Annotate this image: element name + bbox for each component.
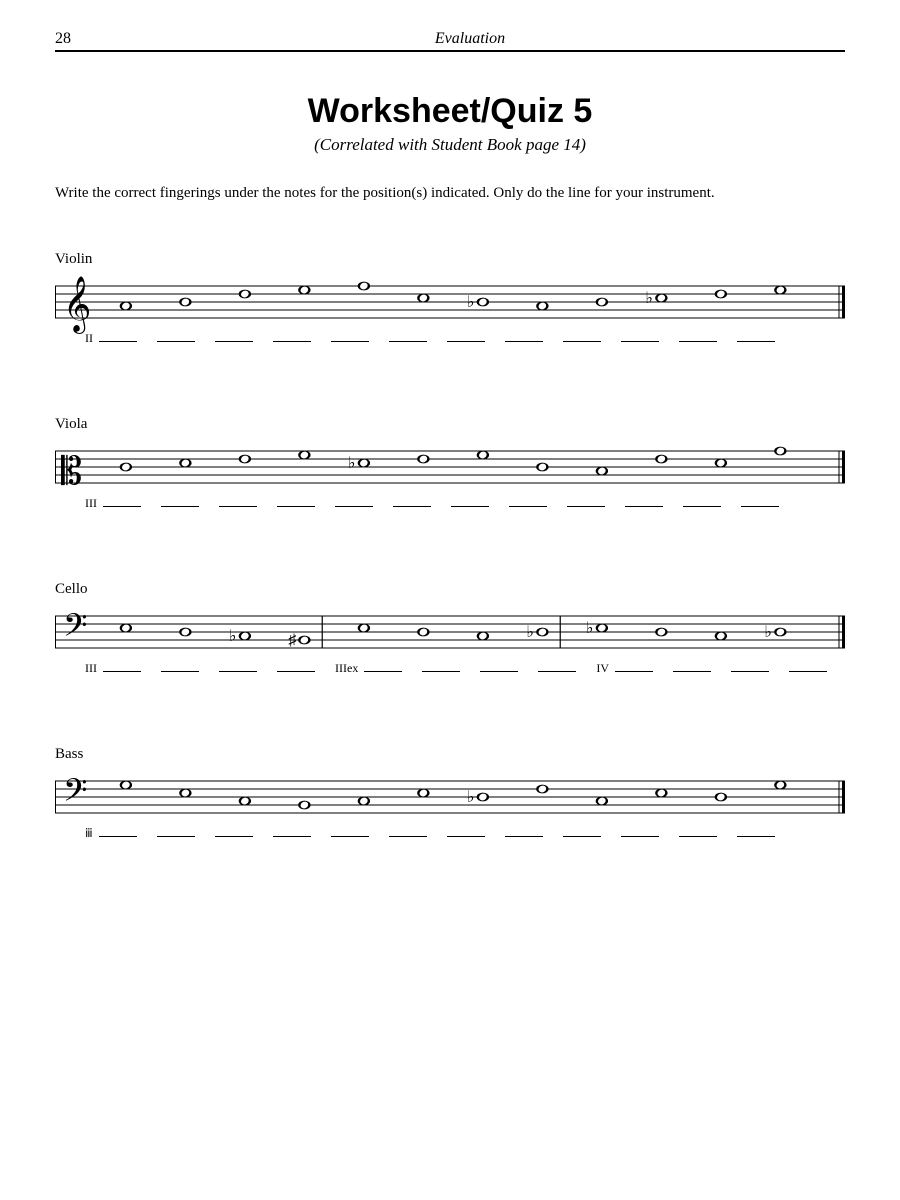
staff-container: 𝄞♭♭ xyxy=(55,274,845,324)
music-staff: 𝄢 ♭ ♯ ♭ ♭ ♭ xyxy=(55,604,845,664)
worksheet-subtitle: (Correlated with Student Book page 14) xyxy=(55,135,845,155)
music-staff: 𝄞 ♭ ♭ xyxy=(55,274,845,334)
page-number: 28 xyxy=(55,30,95,48)
svg-text:♭: ♭ xyxy=(764,624,772,641)
instrument-label: Viola xyxy=(55,416,845,433)
page-header: 28 Evaluation xyxy=(55,30,845,52)
svg-text:♭: ♭ xyxy=(229,628,237,645)
svg-text:♭: ♭ xyxy=(467,294,475,311)
instructions-text: Write the correct fingerings under the n… xyxy=(55,183,845,203)
instrument-section-bass: Bass 𝄢♭ ⅲ xyxy=(55,746,845,841)
svg-text:♭: ♭ xyxy=(348,455,356,472)
worksheet-title: Worksheet/Quiz 5 xyxy=(55,92,845,131)
instrument-section-cello: Cello 𝄢♭♯♭♭♭ IIIIIIexIV xyxy=(55,581,845,676)
instrument-label: Bass xyxy=(55,746,845,763)
staff-container: 𝄢♭ xyxy=(55,769,845,819)
svg-text:𝄡: 𝄡 xyxy=(61,451,82,493)
instrument-section-viola: Viola 𝄡♭ III xyxy=(55,416,845,511)
svg-text:♭: ♭ xyxy=(526,624,534,641)
music-staff: 𝄡♭ xyxy=(55,439,845,499)
svg-text:♭: ♭ xyxy=(467,789,475,806)
svg-text:♯: ♯ xyxy=(288,632,296,649)
music-staff: 𝄢♭ xyxy=(55,769,845,829)
svg-text:𝄞: 𝄞 xyxy=(63,277,91,334)
svg-text:𝄢: 𝄢 xyxy=(63,774,87,816)
instrument-label: Violin xyxy=(55,251,845,268)
header-section-title: Evaluation xyxy=(95,30,845,48)
svg-text:♭: ♭ xyxy=(586,620,594,637)
staff-container: 𝄡♭ xyxy=(55,439,845,489)
title-block: Worksheet/Quiz 5 (Correlated with Studen… xyxy=(55,92,845,155)
instrument-label: Cello xyxy=(55,581,845,598)
staff-container: 𝄢 ♭ ♯ ♭ ♭ ♭ xyxy=(55,604,845,654)
svg-text:𝄢: 𝄢 xyxy=(63,609,87,651)
instrument-section-violin: Violin 𝄞♭♭ II xyxy=(55,251,845,346)
svg-text:♭: ♭ xyxy=(645,290,653,307)
